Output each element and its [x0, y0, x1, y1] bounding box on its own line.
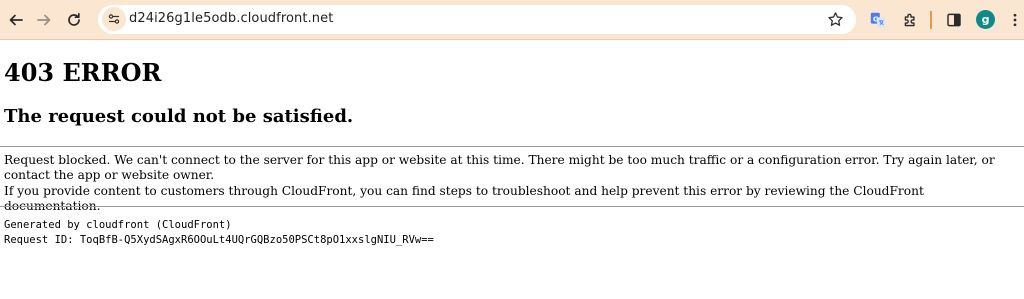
site-info-icon [108, 14, 120, 24]
divider-top [0, 146, 1024, 147]
error-heading: 403 ERROR [4, 58, 162, 87]
more-menu-icon [1013, 13, 1017, 27]
troubleshoot-message: If you provide content to customers thro… [4, 184, 924, 213]
extensions-icon [904, 13, 915, 26]
extensions-button[interactable] [900, 10, 920, 30]
translate-icon: G [870, 12, 886, 28]
forward-arrow-icon [37, 14, 51, 26]
error-subheading: The request could not be satisfied. [4, 106, 354, 127]
toolbar-divider [930, 11, 932, 29]
url-text[interactable]: d24i26g1le5odb.cloudfront.net [129, 11, 333, 26]
divider-bottom [0, 206, 1024, 207]
side-panel-icon [947, 13, 961, 27]
blocked-message: Request blocked. We can't connect to the… [4, 153, 995, 182]
back-arrow-icon [9, 14, 23, 26]
site-info-button[interactable] [102, 7, 126, 31]
back-button[interactable] [1, 5, 31, 35]
more-menu-button[interactable] [1005, 10, 1024, 30]
side-panel-button[interactable] [944, 10, 964, 30]
address-bar[interactable]: d24i26g1le5odb.cloudfront.net [98, 5, 856, 34]
forward-button[interactable] [29, 5, 59, 35]
reload-icon [68, 12, 80, 26]
reload-button[interactable] [59, 5, 89, 35]
translate-button[interactable]: G [868, 10, 888, 30]
request-id-text: Request ID: ToqBfB-Q5XydSAgxR6OOuLt4UQrG… [4, 234, 434, 246]
generated-by-text: Generated by cloudfront (CloudFront) [4, 219, 232, 231]
request-info: Generated by cloudfront (CloudFront) Req… [4, 218, 434, 248]
bookmark-star-icon[interactable] [827, 11, 844, 28]
browser-toolbar: d24i26g1le5odb.cloudfront.net G g [0, 0, 1024, 40]
profile-avatar[interactable]: g [976, 10, 995, 29]
